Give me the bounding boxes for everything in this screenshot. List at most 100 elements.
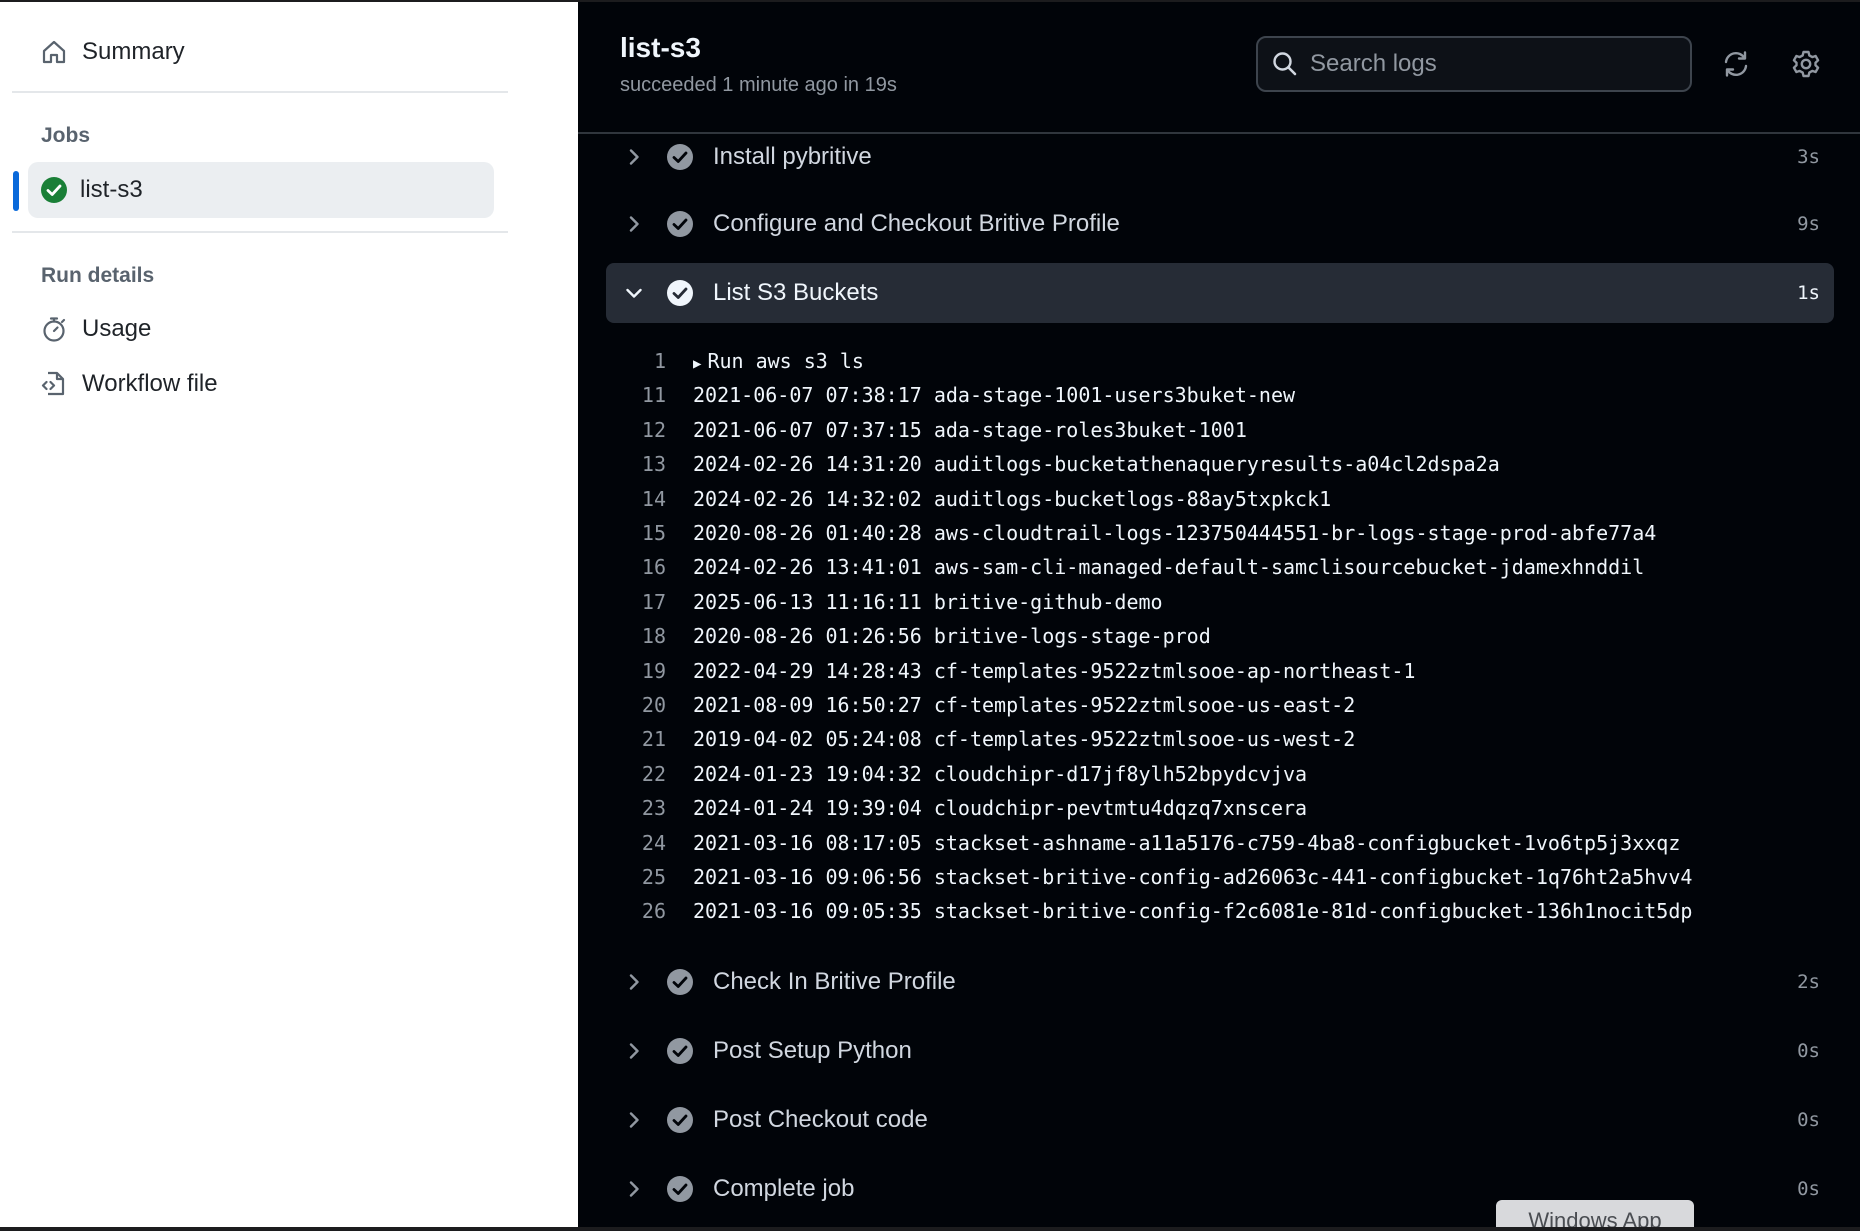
windows-app-tab[interactable]: Windows App [1496, 1200, 1694, 1227]
step-success-icon [667, 280, 693, 306]
log-panel: list-s3 succeeded 1 minute ago in 19s Se… [578, 2, 1860, 1227]
job-status: succeeded 1 minute ago in 19s [620, 74, 897, 96]
log-line: 26 2021-03-16 09:05:35 stackset-britive-c… [606, 894, 1834, 928]
sidebar: Summary Jobs list-s3 Run details Usage W… [0, 2, 578, 1227]
success-check-icon [41, 177, 67, 203]
step-duration: 2s [1797, 971, 1820, 993]
line-number: 15 [641, 521, 666, 545]
line-number: 16 [641, 555, 666, 580]
step-check-in-britive-profile[interactable]: Check In Britive Profile 2s [606, 952, 1834, 1012]
log-text: 2019-04-02 05:24:08 cf-templates-9522ztm… [693, 727, 1356, 752]
log-text: 2021-06-07 07:38:17 ada-stage-1001-users… [693, 383, 1296, 408]
refresh-icon [1724, 51, 1748, 77]
gear-icon [1792, 50, 1820, 78]
workflow-file-label: Workflow file [82, 370, 218, 397]
step-duration: 9s [1797, 213, 1820, 235]
search-logs-box[interactable] [1256, 36, 1692, 92]
settings-button[interactable] [1788, 46, 1824, 82]
step-post-setup-python[interactable]: Post Setup Python 0s [606, 1021, 1834, 1081]
log-text: 2021-08-09 16:50:27 cf-templates-9522ztm… [693, 693, 1356, 717]
step-success-icon [667, 1038, 693, 1064]
step-name: Install pybritive [713, 143, 872, 170]
chevron-right-icon [629, 974, 639, 990]
step-duration: 1s [1797, 282, 1820, 304]
workflow-file-link[interactable]: Workflow file [40, 364, 218, 404]
log-line: 17 2025-06-13 11:16:11 britive-github-dem… [606, 585, 1834, 619]
log-line: 12 2021-06-07 07:37:15 ada-stage-roles3bu… [606, 413, 1834, 447]
log-line: 22 2024-01-23 19:04:32 cloudchipr-d17jf8y… [606, 757, 1834, 791]
chevron-right-icon [629, 149, 639, 165]
job-item-list-s3[interactable]: list-s3 [28, 162, 494, 218]
expand-triangle-icon: ▶ [693, 356, 702, 372]
line-number: 21 [641, 727, 666, 752]
step-name: Complete job [713, 1175, 855, 1202]
step-name: List S3 Buckets [713, 279, 879, 306]
line-number: 20 [641, 693, 666, 717]
step-name: Configure and Checkout Britive Profile [713, 210, 1120, 237]
log-text: 2022-04-29 14:28:43 cf-templates-9522ztm… [693, 658, 1416, 683]
search-icon [1273, 52, 1297, 76]
log-text: 2021-03-16 09:05:35 stackset-britive-con… [693, 899, 1693, 924]
usage-link[interactable]: Usage [40, 309, 151, 349]
sidebar-divider [12, 91, 508, 93]
usage-label: Usage [82, 315, 152, 342]
line-number: 25 [641, 865, 666, 889]
run-details-heading: Run details [41, 264, 155, 287]
log-line: 24 2021-03-16 08:17:05 stackset-ashname-a… [606, 826, 1834, 860]
log-line: 16 2024-02-26 13:41:01 aws-sam-cli-manage… [606, 550, 1834, 584]
log-line: 14 2024-02-26 14:32:02 auditlogs-bucketlo… [606, 482, 1834, 516]
log-header: list-s3 succeeded 1 minute ago in 19s [578, 2, 1860, 134]
log-line: 25 2021-03-16 09:06:56 stackset-britive-c… [606, 860, 1834, 894]
line-number: 19 [641, 658, 666, 683]
step-success-icon [667, 1176, 693, 1202]
step-success-icon [667, 969, 693, 995]
line-number: 26 [641, 899, 666, 924]
chevron-down-icon [626, 288, 642, 298]
log-text: 2024-02-26 13:41:01 aws-sam-cli-managed-… [693, 555, 1645, 580]
line-number: 1 [653, 349, 666, 373]
log-line: 15 2020-08-26 01:40:28 aws-cloudtrail-log… [606, 516, 1834, 550]
step-duration: 0s [1797, 1178, 1820, 1200]
step-duration: 3s [1797, 146, 1820, 168]
step-install-pybritive[interactable]: Install pybritive 3s [606, 127, 1834, 187]
jobs-heading: Jobs [41, 124, 91, 147]
log-line: 19 2022-04-29 14:28:43 cf-templates-9522z… [606, 654, 1834, 688]
home-icon [42, 40, 66, 64]
log-line-run-group[interactable]: 1 ▶ Run aws s3 ls [606, 344, 1834, 378]
log-text: 2024-01-23 19:04:32 cloudchipr-d17jf8ylh… [693, 761, 1308, 786]
file-code-icon [41, 371, 65, 396]
log-line: 18 2020-08-26 01:26:56 britive-logs-stage… [606, 619, 1834, 653]
summary-link[interactable]: Summary [40, 32, 185, 72]
search-logs-input[interactable] [1308, 49, 1690, 79]
step-success-icon [667, 1107, 693, 1133]
step-configure-checkout[interactable]: Configure and Checkout Britive Profile 9… [606, 194, 1834, 254]
chevron-right-icon [629, 1112, 639, 1128]
line-number: 14 [641, 486, 666, 511]
log-line: 20 2021-08-09 16:50:27 cf-templates-9522z… [606, 688, 1834, 722]
chevron-right-icon [629, 1043, 639, 1059]
chevron-right-icon [629, 216, 639, 232]
step-duration: 0s [1797, 1109, 1820, 1131]
step-list-s3-buckets[interactable]: List S3 Buckets 1s [606, 263, 1834, 323]
active-job-indicator [13, 171, 19, 211]
line-number: 11 [641, 383, 666, 408]
line-number: 12 [641, 417, 666, 442]
stopwatch-icon [43, 317, 66, 342]
log-text: 2024-02-26 14:32:02 auditlogs-bucketlogs… [693, 486, 1332, 511]
line-number: 23 [641, 796, 666, 821]
refresh-button[interactable] [1718, 46, 1754, 82]
log-line: 11 2021-06-07 07:38:17 ada-stage-1001-use… [606, 378, 1834, 412]
line-number: 17 [641, 589, 666, 614]
chevron-right-icon [629, 1181, 639, 1197]
step-name: Post Setup Python [713, 1037, 912, 1064]
sidebar-divider [12, 231, 508, 233]
step-post-checkout-code[interactable]: Post Checkout code 0s [606, 1090, 1834, 1150]
log-text: 2024-02-26 14:31:20 auditlogs-bucketathe… [693, 452, 1500, 477]
step-success-icon [667, 211, 693, 237]
step-name: Check In Britive Profile [713, 968, 956, 995]
line-number: 18 [641, 624, 666, 649]
line-number: 24 [641, 830, 666, 855]
log-text: 2025-06-13 11:16:11 britive-github-demo [693, 589, 1163, 614]
log-line: 13 2024-02-26 14:31:20 auditlogs-bucketat… [606, 447, 1834, 481]
log-line: 21 2019-04-02 05:24:08 cf-templates-9522z… [606, 722, 1834, 756]
